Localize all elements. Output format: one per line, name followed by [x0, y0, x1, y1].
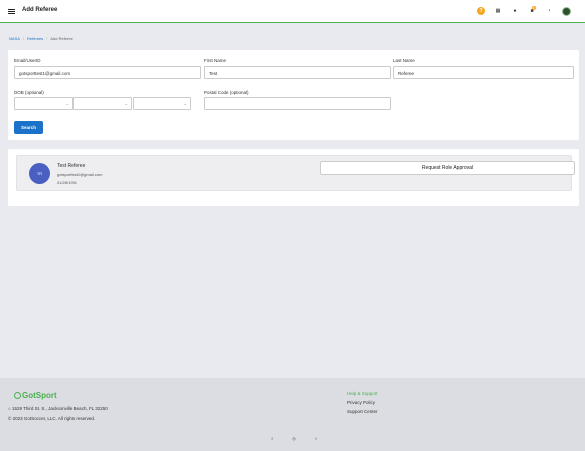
help-icon[interactable]: ? — [477, 7, 485, 15]
first-name-label: First Name — [204, 58, 227, 63]
logo-mark-icon — [14, 392, 21, 399]
menu-icon[interactable] — [8, 9, 15, 14]
last-name-field[interactable]: Referee — [393, 66, 574, 79]
breadcrumb-current: Add Referee — [50, 36, 73, 41]
first-name-field[interactable]: Test — [204, 66, 391, 79]
header-icons: ? ▦ ● ■ 1 ◔ — [468, 6, 571, 16]
chevron-down-icon: ⌄ — [183, 101, 187, 106]
chevron-down-icon: ⌄ — [65, 101, 69, 106]
result-dob: 01/28/1991 — [57, 180, 78, 185]
support-center-link[interactable]: Support Center — [347, 409, 378, 414]
logo-text: GotSport — [22, 391, 57, 400]
address-text: 1529 Third St. S., Jacksonville Beach, F… — [11, 406, 108, 411]
breadcrumb-referees[interactable]: Referees — [27, 36, 43, 41]
breadcrumb: NASA / Referees / Add Referee — [9, 36, 73, 41]
footer-links: Help & Support Privacy Policy Support Ce… — [347, 391, 378, 418]
grid-icon[interactable]: ▦ — [494, 7, 502, 15]
chat-icon[interactable]: ◔ — [545, 7, 553, 15]
gotsport-logo[interactable]: GotSport — [14, 391, 57, 400]
chevron-down-icon: ⌄ — [124, 101, 128, 106]
postal-code-label: Postal Code (optional) — [204, 90, 249, 95]
user-icon[interactable]: ● — [511, 7, 519, 15]
avatar: TR — [29, 163, 50, 184]
postal-code-field[interactable] — [204, 97, 391, 110]
facebook-icon[interactable]: f — [269, 436, 275, 441]
result-name: Test Referee — [57, 163, 86, 169]
dob-label: DOB (optional) — [14, 90, 44, 95]
top-navbar: Add Referee ? ▦ ● ■ 1 ◔ — [0, 0, 585, 23]
instagram-icon[interactable]: ◎ — [291, 436, 297, 441]
cart-icon[interactable]: ■ 1 — [528, 6, 536, 15]
request-role-approval-button[interactable]: Request Role Approval — [320, 161, 575, 175]
breadcrumb-separator: / — [46, 36, 48, 41]
search-form-card: Email/UserID gotsporttest1@gmail.com Fir… — [8, 50, 579, 140]
search-button[interactable]: Search — [14, 121, 43, 134]
twitter-icon[interactable]: t — [313, 436, 319, 441]
result-row: TR Test Referee gotsporttest1@gmail.com … — [16, 155, 575, 191]
email-label: Email/UserID — [14, 58, 41, 63]
page-title: Add Referee — [22, 7, 58, 13]
footer-address: ⌂ 1529 Third St. S., Jacksonville Beach,… — [8, 406, 108, 411]
last-name-label: Last Name — [393, 58, 415, 63]
footer-copyright: © 2023 GotSoccer, LLC. All rights reserv… — [8, 416, 96, 421]
avatar[interactable] — [562, 6, 571, 16]
dob-month-select[interactable]: ⌄ — [14, 97, 73, 110]
search-result-card: TR Test Referee gotsporttest1@gmail.com … — [8, 149, 579, 206]
home-icon: ⌂ — [8, 406, 11, 411]
result-email: gotsporttest1@gmail.com — [57, 172, 103, 177]
breadcrumb-nasa[interactable]: NASA — [9, 36, 20, 41]
help-support-link[interactable]: Help & Support — [347, 391, 378, 396]
email-field[interactable]: gotsporttest1@gmail.com — [14, 66, 201, 79]
dob-day-select[interactable]: ⌄ — [73, 97, 132, 110]
dob-year-select[interactable]: ⌄ — [133, 97, 191, 110]
footer: GotSport ⌂ 1529 Third St. S., Jacksonvil… — [0, 378, 585, 451]
privacy-policy-link[interactable]: Privacy Policy — [347, 400, 378, 405]
cart-count-badge: 1 — [532, 6, 536, 10]
breadcrumb-separator: / — [22, 36, 25, 41]
